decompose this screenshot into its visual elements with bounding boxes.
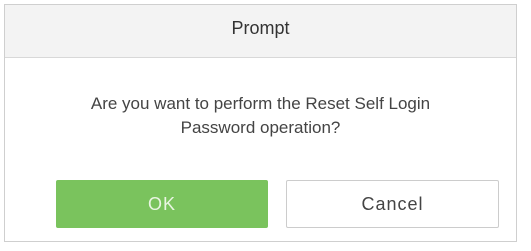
ok-button-label: OK	[147, 193, 176, 214]
dialog-title: Prompt	[231, 18, 290, 38]
dialog-titlebar: Prompt	[5, 5, 516, 58]
cancel-button[interactable]: Cancel	[286, 180, 499, 228]
dialog-message-line-1: Are you want to perform the Reset Self L…	[90, 94, 431, 113]
dialog-message: Are you want to perform the Reset Self L…	[5, 92, 516, 140]
prompt-dialog: Prompt Are you want to perform the Reset…	[4, 4, 517, 242]
dialog-message-line-2: Password operation?	[180, 118, 341, 137]
cancel-button-label: Cancel	[361, 193, 424, 214]
ok-button[interactable]: OK	[56, 180, 268, 228]
